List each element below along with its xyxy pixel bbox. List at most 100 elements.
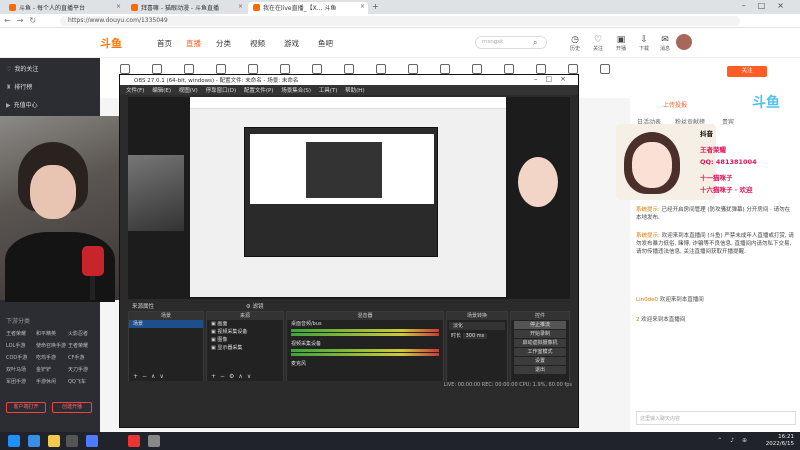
avatar[interactable] <box>676 34 692 50</box>
app-icon[interactable] <box>86 435 98 447</box>
start-stream-button[interactable]: 创建开播 <box>52 402 92 413</box>
tab-vip[interactable]: 贵宾 <box>722 117 734 126</box>
clock[interactable]: 16:21 2022/6/15 <box>766 434 794 448</box>
browser-tab-active[interactable]: 我在在live直播_【X... 斗鱼 × <box>248 2 368 14</box>
history-icon[interactable]: ◷ 历史 <box>566 35 584 52</box>
menu-help[interactable]: 帮助(H) <box>345 88 364 94</box>
nav-buttons[interactable]: ←→↻ <box>4 16 42 25</box>
category-icon[interactable] <box>472 64 482 74</box>
sidebar-category[interactable]: 金铲铲 <box>36 366 51 373</box>
scene-item[interactable]: 场景 <box>129 320 203 328</box>
nav-video[interactable]: 视频 <box>250 38 265 49</box>
download-icon[interactable]: ⇩ 下载 <box>635 35 653 52</box>
category-icon[interactable] <box>280 64 290 74</box>
app-icon[interactable] <box>128 435 140 447</box>
sidebar-category[interactable]: 和平精英 <box>36 330 56 337</box>
chat-input[interactable]: 这里输入聊天内容 <box>636 411 796 425</box>
window-controls[interactable]: –□× <box>742 1 796 10</box>
sidebar-category[interactable]: 双叶马场 <box>6 366 26 373</box>
category-icon[interactable] <box>152 64 162 74</box>
category-icon[interactable] <box>120 64 130 74</box>
virtual-camera-button[interactable]: 启动虚拟摄像机 <box>514 339 566 347</box>
gear-icon[interactable]: ⚙ <box>246 304 251 310</box>
follow-icon[interactable]: ♡ 关注 <box>589 35 607 52</box>
sidebar-item-recharge[interactable]: ▶ 充值中心 <box>6 100 38 109</box>
obs-window-controls[interactable]: –□× <box>534 75 574 83</box>
exit-button[interactable]: 退出 <box>514 366 566 374</box>
source-item[interactable]: ▣ 视频采集设备 <box>207 328 283 336</box>
volume-meter[interactable] <box>291 353 439 356</box>
volume-meter[interactable] <box>291 333 439 336</box>
message-icon[interactable]: ✉ 消息 <box>656 35 674 52</box>
obs-icon[interactable] <box>66 435 78 447</box>
sidebar-category[interactable]: 天刀手游 <box>68 366 88 373</box>
volume-meter[interactable] <box>291 329 439 332</box>
category-icon[interactable] <box>568 64 578 74</box>
scene-controls[interactable]: +−∧∨ <box>133 373 168 380</box>
windows-start-icon[interactable] <box>8 435 20 447</box>
filter-button[interactable]: 滤镜 <box>252 304 263 310</box>
source-item[interactable]: ▣ 画面 <box>207 320 283 328</box>
sidebar-item-follow[interactable]: ♡ 我的关注 <box>6 64 38 73</box>
sidebar-item-rank[interactable]: ♜ 排行榜 <box>6 82 32 91</box>
nav-category[interactable]: 分类 <box>216 38 231 49</box>
close-icon[interactable]: × <box>116 3 121 10</box>
menu-tools[interactable]: 工具(T) <box>319 88 338 94</box>
new-tab-icon[interactable]: + <box>372 2 379 11</box>
search-icon[interactable]: ⌕ <box>533 38 537 48</box>
menu-file[interactable]: 文件(F) <box>126 88 144 94</box>
menu-edit[interactable]: 编辑(E) <box>152 88 171 94</box>
obs-preview[interactable] <box>128 97 570 299</box>
menu-docks[interactable]: 停靠窗口(D) <box>206 88 237 94</box>
stop-streaming-button[interactable]: 停止推流 <box>514 321 566 329</box>
category-icon[interactable] <box>344 64 354 74</box>
source-item[interactable]: ▣ 显示器采集 <box>207 344 283 352</box>
category-icon[interactable] <box>600 64 610 74</box>
volume-meter[interactable] <box>291 349 439 352</box>
source-controls[interactable]: +−⚙∧∨ <box>211 373 255 380</box>
nav-home[interactable]: 首页 <box>157 38 172 49</box>
menu-scene-collection[interactable]: 场景集合(S) <box>281 88 311 94</box>
close-icon[interactable]: × <box>360 3 365 10</box>
sidebar-category[interactable]: 火影忍者 <box>68 330 88 337</box>
chat-user[interactable]: 系统提示: <box>636 207 660 213</box>
category-icon[interactable] <box>184 64 194 74</box>
category-icon[interactable] <box>248 64 258 74</box>
category-icon[interactable] <box>536 64 546 74</box>
nav-yuba[interactable]: 鱼吧 <box>318 38 333 49</box>
nav-live[interactable]: 直播 <box>186 38 201 49</box>
category-icon[interactable] <box>216 64 226 74</box>
properties-tab[interactable]: 来源属性 <box>132 304 154 310</box>
category-icon[interactable] <box>408 64 418 74</box>
open-client-button[interactable]: 客户端打开 <box>6 402 46 413</box>
menu-profile[interactable]: 配置文件(P) <box>244 88 274 94</box>
sidebar-category[interactable]: QQ飞车 <box>68 378 86 385</box>
chat-user[interactable]: Lin0de0 <box>636 297 658 303</box>
sidebar-category[interactable]: 军团手游 <box>6 378 26 385</box>
url-input[interactable]: https://www.douyu.com/1335049 <box>60 16 740 26</box>
category-icon[interactable] <box>376 64 386 74</box>
transition-select[interactable]: 淡化 <box>449 322 505 330</box>
chat-user[interactable]: 2 <box>636 317 640 323</box>
sidebar-category[interactable]: 手游休闲 <box>36 378 56 385</box>
source-item[interactable]: ▣ 图像 <box>207 336 283 344</box>
sidebar-category[interactable]: COD手游 <box>6 354 27 361</box>
app-icon[interactable] <box>148 435 160 447</box>
system-tray[interactable]: ⌃ ♪ ⊕ <box>717 437 750 444</box>
follow-button[interactable]: 关注 <box>727 66 767 77</box>
sidebar-category[interactable]: CF手游 <box>68 354 84 361</box>
menu-view[interactable]: 视图(V) <box>179 88 198 94</box>
studio-mode-button[interactable]: 工作室模式 <box>514 348 566 356</box>
gift-icon[interactable]: ▣ 开播 <box>612 35 630 52</box>
sidebar-category[interactable]: 王者荣耀 <box>68 342 88 349</box>
sidebar-category[interactable]: LOL手游 <box>6 342 25 349</box>
browser-tab[interactable]: 斗鱼 - 每个人的直播平台 × <box>4 2 124 14</box>
duration-input[interactable]: 300 ms <box>462 333 488 339</box>
sidebar-category[interactable]: 王者荣耀 <box>6 330 26 337</box>
category-icon[interactable] <box>504 64 514 74</box>
chat-user[interactable]: 系统提示: <box>636 233 660 239</box>
category-icon[interactable] <box>312 64 322 74</box>
sidebar-category[interactable]: 使命召唤手游 <box>36 342 66 349</box>
category-icon[interactable] <box>440 64 450 74</box>
nav-game[interactable]: 游戏 <box>284 38 299 49</box>
